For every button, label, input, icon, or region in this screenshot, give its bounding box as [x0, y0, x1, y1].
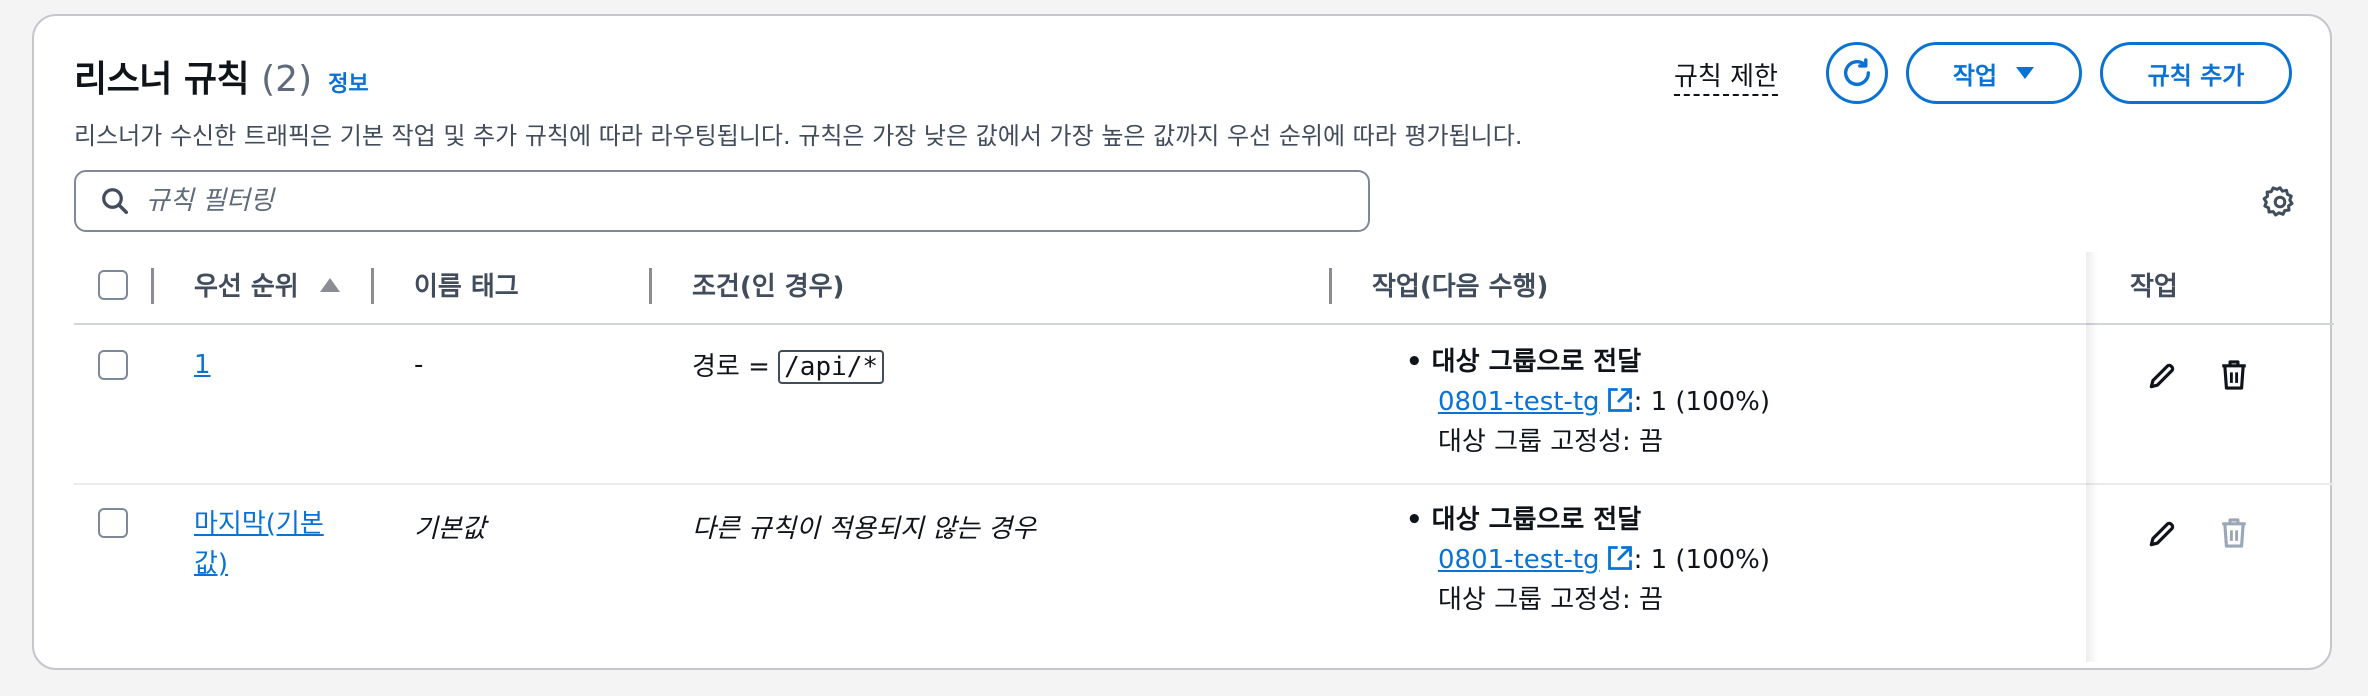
pencil-icon[interactable] [2146, 518, 2178, 550]
column-divider [1329, 268, 1332, 304]
add-rule-button[interactable]: 규칙 추가 [2100, 42, 2292, 104]
action-title: • 대상 그룹으로 전달 [1406, 505, 1642, 535]
path-pattern: /api/* [778, 350, 885, 384]
sort-ascending-icon[interactable] [319, 277, 341, 293]
action-title: • 대상 그룹으로 전달 [1406, 347, 1642, 377]
column-header-condition[interactable]: 조건(인 경우) [692, 266, 844, 303]
caret-down-icon [2016, 67, 2035, 79]
column-divider [649, 268, 652, 304]
row-checkbox[interactable] [98, 508, 128, 538]
rule-count: (2) [261, 59, 313, 100]
priority-link[interactable]: 마지막(기본 값) [194, 504, 324, 584]
panel-description: 리스너가 수신한 트래픽은 기본 작업 및 추가 규칙에 따라 라우팅됩니다. … [74, 122, 1523, 150]
action-cell: • 대상 그룹으로 전달 0801-test-tg : 1 (100%) 대상 그… [1406, 500, 1770, 620]
column-divider [371, 268, 374, 304]
column-divider [151, 268, 154, 304]
row-checkbox[interactable] [98, 350, 128, 380]
search-input[interactable] [144, 185, 1248, 217]
stickiness-text: 대상 그룹 고정성: 끔 [1438, 427, 1663, 457]
condition-text: 다른 규칙이 적용되지 않는 경우 [692, 514, 1037, 544]
column-header-name-tag[interactable]: 이름 태그 [414, 266, 519, 303]
header-separator [74, 323, 2334, 325]
condition-prefix: 경로 = [692, 352, 770, 382]
select-all-checkbox[interactable] [98, 270, 128, 300]
pencil-icon[interactable] [2146, 360, 2178, 392]
condition-cell: 경로 = /api/* [692, 346, 885, 384]
target-group-link[interactable]: 0801-test-tg [1438, 387, 1600, 417]
priority-header-label: 우선 순위 [194, 272, 299, 302]
page-title: 리스너 규칙 [74, 59, 250, 100]
priority-link[interactable]: 1 [194, 350, 211, 380]
column-header-action[interactable]: 작업(다음 수행) [1372, 266, 1548, 303]
name-tag-value: - [414, 350, 424, 380]
sticky-column-shadow [2086, 252, 2098, 662]
gear-icon[interactable] [2262, 184, 2298, 220]
listener-rules-panel: 리스너 규칙 (2) 정보 리스너가 수신한 트래픽은 기본 작업 및 추가 규… [32, 14, 2334, 670]
rule-limits-link[interactable]: 규칙 제한 [1674, 56, 1778, 96]
refresh-button[interactable] [1826, 42, 1888, 104]
actions-button-label: 작업 [1952, 61, 1998, 90]
target-group-line: 0801-test-tg : 1 (100%) [1406, 382, 1770, 422]
info-link[interactable]: 정보 [328, 66, 368, 98]
column-header-actions: 작업 [2130, 272, 2178, 302]
action-cell: • 대상 그룹으로 전달 0801-test-tg : 1 (100%) 대상 그… [1406, 342, 1770, 462]
column-header-priority[interactable]: 우선 순위 [194, 266, 341, 303]
target-group-link[interactable]: 0801-test-tg [1438, 545, 1600, 575]
external-link-icon[interactable] [1606, 544, 1634, 572]
weight-text: : 1 (100%) [1633, 387, 1771, 417]
weight-text: : 1 (100%) [1633, 545, 1771, 575]
stickiness-text: 대상 그룹 고정성: 끔 [1438, 585, 1663, 615]
panel-header: 리스너 규칙 (2) 정보 [74, 50, 369, 102]
refresh-icon [1843, 58, 1871, 86]
actions-dropdown-button[interactable]: 작업 [1906, 42, 2082, 104]
row-separator [74, 483, 2334, 485]
filter-search-box[interactable] [74, 170, 1370, 232]
search-icon [102, 188, 128, 214]
trash-icon[interactable] [2218, 358, 2250, 392]
name-tag-value: 기본값 [414, 514, 486, 544]
target-group-line: 0801-test-tg : 1 (100%) [1406, 540, 1770, 580]
external-link-icon[interactable] [1606, 386, 1634, 414]
trash-icon [2222, 518, 2246, 548]
